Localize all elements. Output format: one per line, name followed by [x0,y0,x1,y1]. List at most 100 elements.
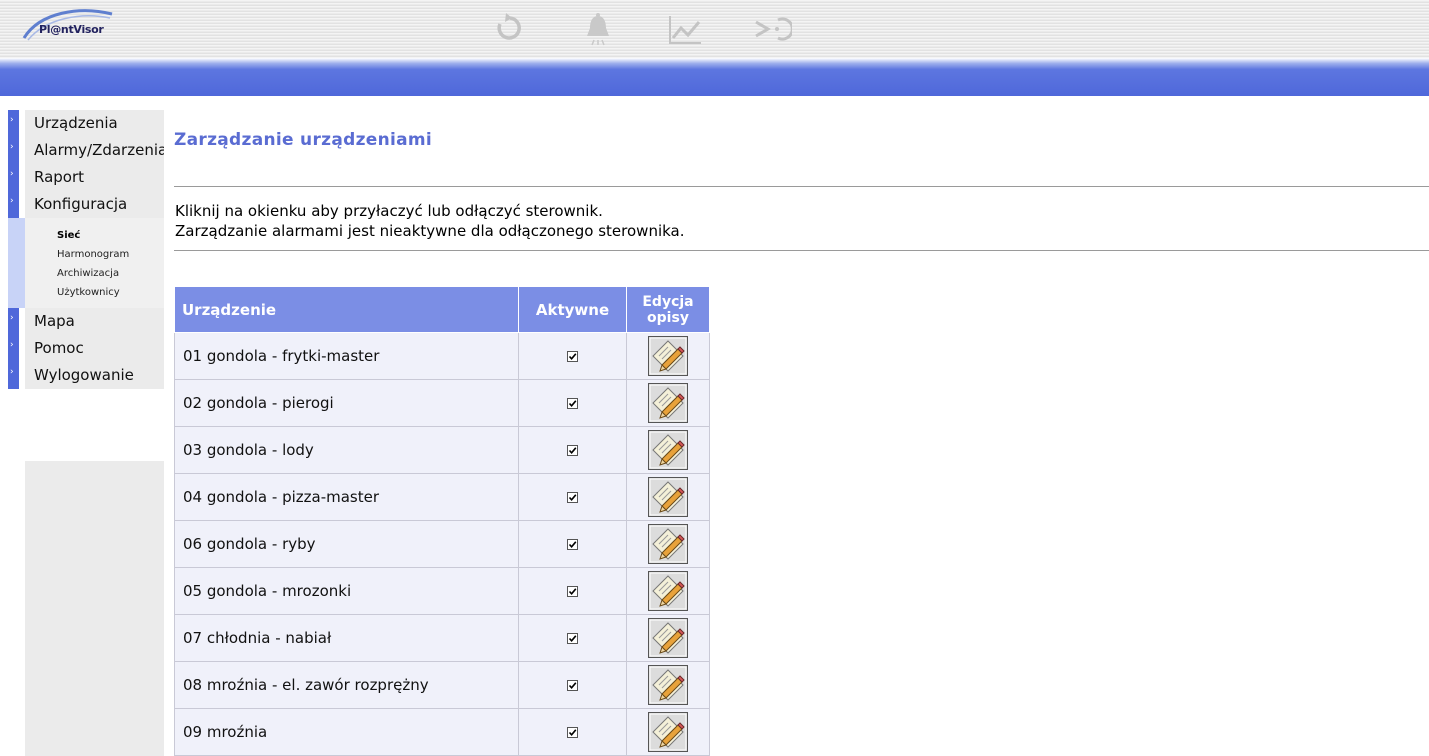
table-row: 02 gondola - pierogi [174,379,710,427]
exit-icon[interactable] [752,10,794,48]
active-checkbox[interactable] [567,445,578,456]
devices-table: Urządzenie Aktywne Edycja opisy 01 gondo… [174,286,710,756]
sidebar-item-label[interactable]: Raport [25,164,164,191]
table-row: 03 gondola - lody [174,426,710,474]
active-cell [518,567,627,615]
sidebar-item-alarmy[interactable]: › Alarmy/Zdarzenia [8,137,164,164]
active-cell [518,520,627,568]
pencil-notepad-icon [648,383,688,423]
active-cell [518,661,627,709]
sidebar-item-label[interactable]: Konfiguracja [25,191,164,218]
chevron-right-icon: › [10,142,14,152]
edit-cell [626,708,710,756]
submenu-item-uzytkownicy[interactable]: Użytkownicy [57,287,120,298]
top-toolbar: Pl@ntVisor [0,0,1429,58]
device-name: 06 gondola - ryby [174,520,519,568]
device-name: 08 mroźnia - el. zawór rozprężny [174,661,519,709]
sidebar-item-wylogowanie[interactable]: › Wylogowanie [8,362,164,389]
column-header-device: Urządzenie [174,286,519,333]
active-checkbox[interactable] [567,586,578,597]
device-name: 03 gondola - lody [174,426,519,474]
edit-description-button[interactable] [648,571,688,611]
edit-description-button[interactable] [648,430,688,470]
device-name: 02 gondola - pierogi [174,379,519,427]
active-cell [518,614,627,662]
pencil-notepad-icon [648,618,688,658]
submenu-item-archiwizacja[interactable]: Archiwizacja [57,268,119,279]
device-name: 07 chłodnia - nabiał [174,614,519,662]
pencil-notepad-icon [648,524,688,564]
column-header-active: Aktywne [518,286,627,333]
active-cell [518,379,627,427]
edit-description-button[interactable] [648,336,688,376]
divider [174,250,1429,251]
pencil-notepad-icon [648,477,688,517]
active-cell [518,708,627,756]
submenu-item-siec[interactable]: Sieć [57,230,80,241]
submenu-item-harmonogram[interactable]: Harmonogram [57,249,129,260]
edit-cell [626,661,710,709]
sidebar-item-label[interactable]: Urządzenia [25,110,164,137]
active-cell [518,332,627,380]
pencil-notepad-icon [648,571,688,611]
alarm-bell-icon[interactable] [578,10,618,48]
active-checkbox[interactable] [567,398,578,409]
chart-trend-icon[interactable] [665,10,705,48]
table-row: 07 chłodnia - nabiał [174,614,710,662]
edit-description-button[interactable] [648,712,688,752]
table-row: 08 mroźnia - el. zawór rozprężny [174,661,710,709]
active-checkbox[interactable] [567,680,578,691]
sidebar-item-label[interactable]: Wylogowanie [25,362,164,389]
plantvisor-logo: Pl@ntVisor [10,8,120,48]
column-header-edit-line1: Edycja [642,293,694,310]
sidebar-item-mapa[interactable]: › Mapa [8,308,164,335]
device-name: 01 gondola - frytki-master [174,332,519,380]
sidebar-item-label[interactable]: Mapa [25,308,164,335]
active-checkbox[interactable] [567,539,578,550]
edit-description-button[interactable] [648,524,688,564]
divider [174,186,1429,187]
active-checkbox[interactable] [567,727,578,738]
table-header-row: Urządzenie Aktywne Edycja opisy [174,286,710,333]
edit-cell [626,520,710,568]
konfiguracja-submenu: Sieć Harmonogram Archiwizacja Użytkownic… [8,218,164,308]
edit-description-button[interactable] [648,618,688,658]
pencil-notepad-icon [648,430,688,470]
edit-description-button[interactable] [648,383,688,423]
edit-cell [626,426,710,474]
chevron-right-icon: › [10,169,14,179]
edit-cell [626,473,710,521]
edit-cell [626,379,710,427]
sidebar-item-urzadzenia[interactable]: › Urządzenia [8,110,164,137]
active-checkbox[interactable] [567,633,578,644]
sidebar-item-konfiguracja[interactable]: › Konfiguracja [8,191,164,218]
table-row: 09 mroźnia [174,708,710,756]
active-checkbox[interactable] [567,492,578,503]
page-title: Zarządzanie urządzeniami [174,130,433,150]
sidebar-background [8,461,164,756]
table-row: 05 gondola - mrozonki [174,567,710,615]
chevron-right-icon: › [10,313,14,323]
active-checkbox[interactable] [567,351,578,362]
table-row: 06 gondola - ryby [174,520,710,568]
refresh-icon[interactable] [488,10,528,48]
column-header-edit: Edycja opisy [626,286,710,333]
active-cell [518,426,627,474]
sidebar-item-pomoc[interactable]: › Pomoc [8,335,164,362]
sidebar-item-label[interactable]: Pomoc [25,335,164,362]
header-blue-band [0,58,1429,96]
sidebar: › Urządzenia › Alarmy/Zdarzenia › Raport… [8,110,164,389]
logo-text: Pl@ntVisor [39,23,104,36]
edit-description-button[interactable] [648,477,688,517]
device-name: 09 mroźnia [174,708,519,756]
column-header-edit-line2: opisy [647,309,689,326]
device-name: 04 gondola - pizza-master [174,473,519,521]
sidebar-item-raport[interactable]: › Raport [8,164,164,191]
chevron-right-icon: › [10,367,14,377]
pencil-notepad-icon [648,336,688,376]
sidebar-item-label[interactable]: Alarmy/Zdarzenia [25,137,164,164]
table-row: 04 gondola - pizza-master [174,473,710,521]
chevron-right-icon: › [10,340,14,350]
edit-description-button[interactable] [648,665,688,705]
chevron-right-icon: › [10,115,14,125]
